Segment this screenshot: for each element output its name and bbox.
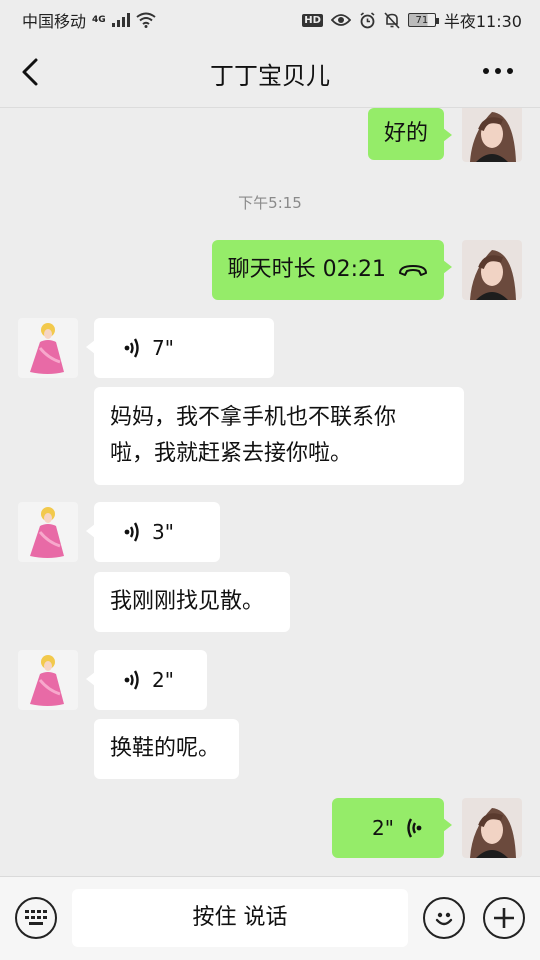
message-bubble-other[interactable]: 我刚刚找见散。 xyxy=(94,572,290,632)
princess-avatar-icon xyxy=(18,502,78,562)
voice-duration: 2" xyxy=(152,668,174,692)
carrier-name: 中国移动 xyxy=(22,12,87,31)
input-bar: 按住 说话 xyxy=(0,876,540,960)
voice-wave-icon xyxy=(124,338,139,358)
woman-avatar-icon xyxy=(462,108,522,162)
voice-duration: 7" xyxy=(152,336,174,360)
message-text-line-2: 啦，我就赶紧去接你啦。 xyxy=(110,441,353,466)
call-record-bubble[interactable]: 聊天时长 02:21 xyxy=(211,240,453,300)
keyboard-button[interactable] xyxy=(15,897,57,939)
princess-avatar-icon xyxy=(18,650,78,710)
alarm-icon xyxy=(360,11,375,28)
message-text-line-1: 妈妈，我不拿手机也不联系你 xyxy=(110,405,397,430)
network-type: 4G xyxy=(92,14,106,25)
voice-wave-icon xyxy=(124,670,139,690)
woman-avatar-icon xyxy=(462,798,522,858)
my-avatar[interactable] xyxy=(462,798,522,858)
battery-level: 71 xyxy=(415,14,429,26)
my-avatar[interactable] xyxy=(462,108,522,162)
clock: 半夜11:30 xyxy=(443,12,522,31)
voice-duration: 3" xyxy=(152,520,174,544)
mute-bell-icon xyxy=(384,11,400,29)
chat-area[interactable]: 好的 下午5:15 聊天时长 02:21 7" 妈妈，我不拿手机也不联系你 啦，… xyxy=(0,108,540,876)
emoji-icon xyxy=(435,912,453,926)
emoji-button[interactable] xyxy=(423,897,465,939)
phone-hangup-icon xyxy=(399,265,427,276)
eye-icon xyxy=(330,14,351,26)
more-dots-icon xyxy=(483,68,513,74)
chat-title: 丁丁宝贝儿 xyxy=(210,62,330,90)
voice-duration: 2" xyxy=(372,816,394,840)
voice-message: 2" xyxy=(372,810,424,846)
status-bar: 中国移动 4G HD 71 半夜11:30 xyxy=(0,0,540,36)
my-avatar[interactable] xyxy=(462,240,522,300)
plus-button[interactable] xyxy=(483,897,525,939)
voice-message: 7" xyxy=(122,330,246,366)
message-bubble-other[interactable]: 换鞋的呢。 xyxy=(94,719,239,779)
signal-icon xyxy=(111,13,130,27)
call-duration-text: 聊天时长 02:21 xyxy=(227,257,386,282)
voice-message-bubble[interactable]: 3" xyxy=(86,502,220,562)
contact-avatar[interactable] xyxy=(18,650,78,710)
message-text: 我刚刚找见散。 xyxy=(110,589,265,614)
contact-avatar[interactable] xyxy=(18,502,78,562)
voice-message: 2" xyxy=(122,662,179,698)
message-text: 换鞋的呢。 xyxy=(110,736,221,761)
battery-icon: 71 xyxy=(407,13,439,27)
more-button[interactable] xyxy=(478,56,518,86)
hold-to-talk-button[interactable]: 按住 说话 xyxy=(72,889,408,947)
woman-avatar-icon xyxy=(462,240,522,300)
keyboard-icon xyxy=(25,910,47,925)
princess-avatar-icon xyxy=(18,318,78,378)
contact-avatar[interactable] xyxy=(18,318,78,378)
timestamp: 下午5:15 xyxy=(238,194,302,212)
voice-wave-icon xyxy=(124,522,139,542)
message-bubble-mine[interactable]: 好的 xyxy=(367,108,453,160)
wifi-icon xyxy=(136,12,156,28)
chat-header: 丁丁宝贝儿 xyxy=(0,36,540,108)
status-right: HD 71 半夜11:30 xyxy=(302,8,522,32)
voice-message-bubble[interactable]: 7" xyxy=(86,318,274,378)
hd-badge: HD xyxy=(302,13,323,27)
plus-icon xyxy=(494,908,514,928)
voice-message: 3" xyxy=(122,514,192,550)
voice-message-bubble-mine[interactable]: 2" xyxy=(332,798,452,858)
message-bubble-other[interactable]: 妈妈，我不拿手机也不联系你 啦，我就赶紧去接你啦。 xyxy=(94,387,464,485)
voice-message-bubble[interactable]: 2" xyxy=(86,650,207,710)
message-text: 好的 xyxy=(383,121,428,146)
status-left: 中国移动 4G xyxy=(22,8,156,32)
voice-wave-icon xyxy=(407,818,422,838)
